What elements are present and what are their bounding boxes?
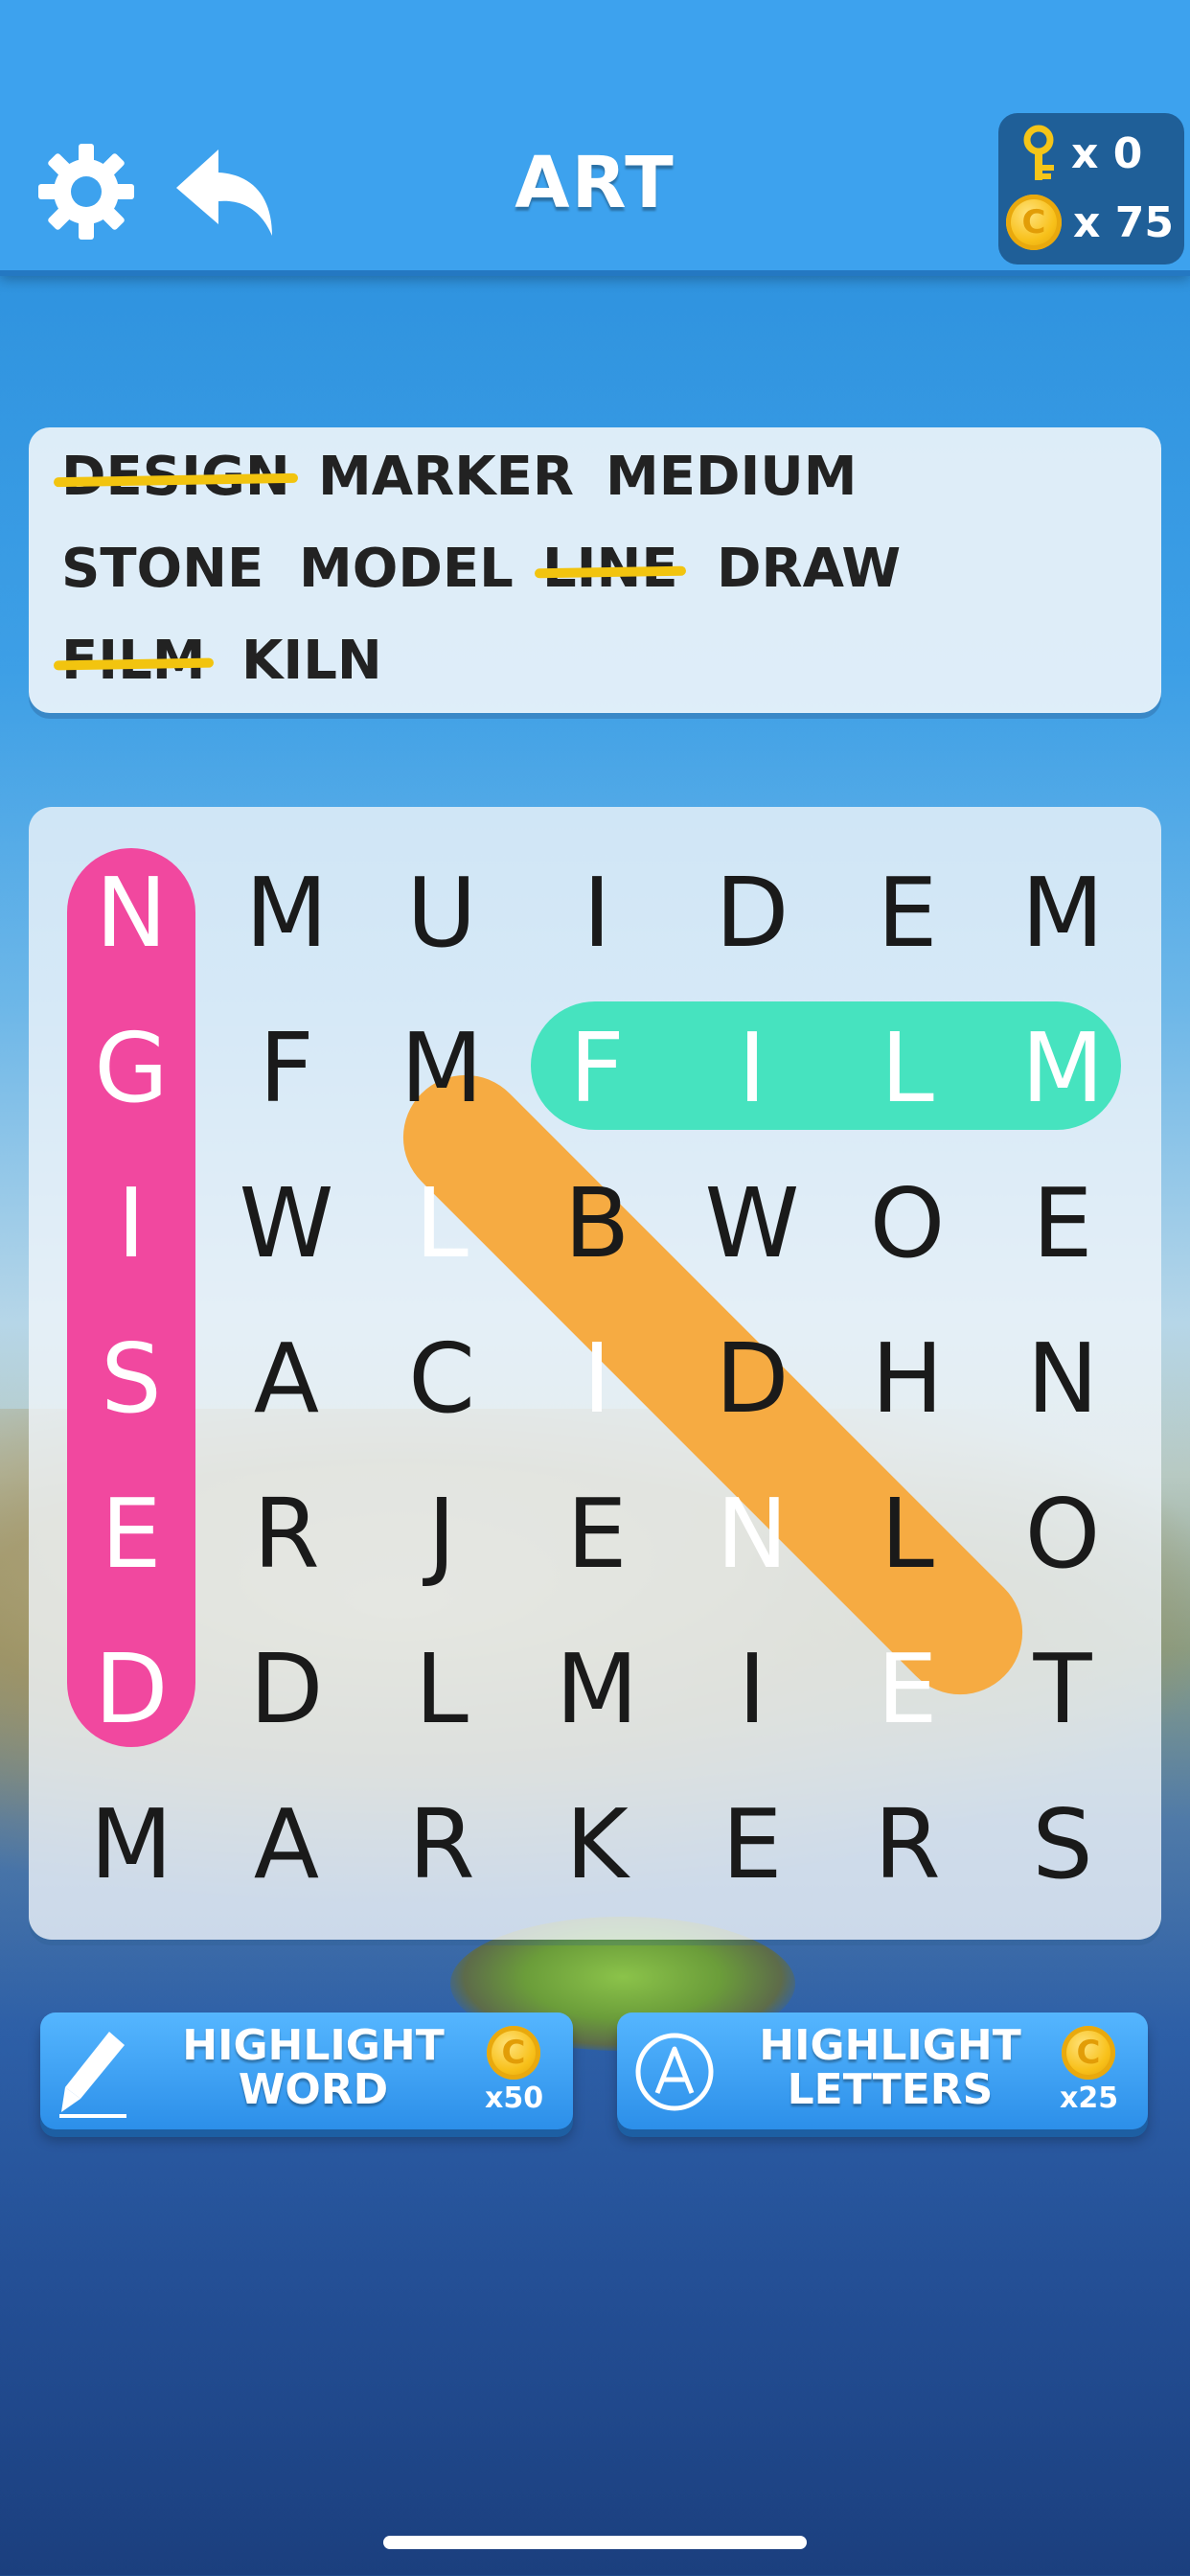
grid-cell[interactable]: L bbox=[364, 1612, 519, 1767]
grid-cell[interactable]: T bbox=[985, 1612, 1140, 1767]
letter-a-circle-icon bbox=[635, 2033, 714, 2111]
grid-cell[interactable]: B bbox=[519, 1146, 675, 1301]
grid-cell[interactable]: R bbox=[364, 1767, 519, 1922]
grid-cell[interactable]: K bbox=[519, 1767, 675, 1922]
grid-cell[interactable]: S bbox=[54, 1301, 209, 1457]
grid-cell[interactable]: F bbox=[209, 991, 364, 1146]
grid-cell[interactable]: M bbox=[364, 991, 519, 1146]
grid-cell[interactable]: U bbox=[364, 836, 519, 991]
word-film: FILM bbox=[53, 631, 214, 692]
grid-cell[interactable]: O bbox=[985, 1457, 1140, 1612]
grid-cell[interactable]: E bbox=[985, 1146, 1140, 1301]
pencil-icon bbox=[59, 2032, 126, 2118]
highlight-letters-button[interactable]: HIGHLIGHT LETTERS C x25 bbox=[617, 2012, 1148, 2129]
grid-cell[interactable]: D bbox=[675, 836, 830, 991]
highlight-letters-label: HIGHLIGHT LETTERS bbox=[759, 2021, 1021, 2114]
highlight-word-cost: x50 bbox=[485, 2082, 544, 2115]
grid-cell[interactable]: S bbox=[985, 1767, 1140, 1922]
grid-cell[interactable]: H bbox=[830, 1301, 985, 1457]
highlight-word-label: HIGHLIGHT WORD bbox=[182, 2021, 445, 2114]
grid-cell[interactable]: R bbox=[830, 1767, 985, 1922]
word-line: LINE bbox=[534, 539, 686, 600]
highlight-letters-cost: x25 bbox=[1060, 2082, 1119, 2115]
grid-cell[interactable]: A bbox=[209, 1301, 364, 1457]
grid-cell[interactable]: E bbox=[830, 1612, 985, 1767]
grid-cell[interactable]: A bbox=[209, 1767, 364, 1922]
grid-cell[interactable]: E bbox=[675, 1767, 830, 1922]
grid-cell[interactable]: M bbox=[209, 836, 364, 991]
grid-cell[interactable]: N bbox=[675, 1457, 830, 1612]
grid-cell[interactable]: W bbox=[209, 1146, 364, 1301]
coins-count: x 75 bbox=[1073, 197, 1174, 247]
word-draw: DRAW bbox=[717, 538, 902, 600]
coin-icon: C bbox=[487, 2026, 540, 2080]
word-design: DESIGN bbox=[53, 447, 298, 508]
grid-cell[interactable]: L bbox=[830, 1457, 985, 1612]
grid-cell[interactable]: E bbox=[830, 836, 985, 991]
grid-cell[interactable]: E bbox=[54, 1457, 209, 1612]
grid-cell[interactable]: C bbox=[364, 1301, 519, 1457]
grid-cell[interactable]: M bbox=[985, 991, 1140, 1146]
word-marker: MARKER bbox=[318, 446, 574, 508]
key-icon bbox=[1023, 125, 1054, 180]
grid-cell[interactable]: I bbox=[519, 1301, 675, 1457]
word-kiln: KILN bbox=[241, 630, 382, 692]
grid-cell[interactable]: E bbox=[519, 1457, 675, 1612]
word-model: MODEL bbox=[299, 538, 514, 600]
word-stone: STONE bbox=[61, 538, 264, 600]
currency-panel: x 0 C x 75 bbox=[998, 113, 1184, 264]
keys-counter: x 0 bbox=[1018, 123, 1142, 184]
word-medium: MEDIUM bbox=[606, 446, 858, 508]
grid-cell[interactable]: D bbox=[209, 1612, 364, 1767]
grid-cell[interactable]: L bbox=[830, 991, 985, 1146]
home-indicator bbox=[383, 2536, 807, 2549]
grid-cell[interactable]: D bbox=[675, 1301, 830, 1457]
grid-cell[interactable]: N bbox=[985, 1301, 1140, 1457]
grid-cell[interactable]: M bbox=[54, 1767, 209, 1922]
grid-cell[interactable]: I bbox=[675, 991, 830, 1146]
grid-cell[interactable]: M bbox=[985, 836, 1140, 991]
grid-cell[interactable]: D bbox=[54, 1612, 209, 1767]
grid-cell[interactable]: L bbox=[364, 1146, 519, 1301]
keys-count: x 0 bbox=[1071, 128, 1143, 178]
coin-icon: C bbox=[1006, 195, 1062, 250]
grid-cell[interactable]: R bbox=[209, 1457, 364, 1612]
coins-counter: C x 75 bbox=[1006, 192, 1174, 253]
highlight-word-button[interactable]: HIGHLIGHT WORD C x50 bbox=[40, 2012, 573, 2129]
grid-cell[interactable]: W bbox=[675, 1146, 830, 1301]
grid-cell[interactable]: F bbox=[519, 991, 675, 1146]
grid-cell[interactable]: M bbox=[519, 1612, 675, 1767]
grid-cell[interactable]: G bbox=[54, 991, 209, 1146]
grid-cell[interactable]: N bbox=[54, 836, 209, 991]
grid-cell[interactable]: J bbox=[364, 1457, 519, 1612]
grid-cell[interactable]: O bbox=[830, 1146, 985, 1301]
grid-cell[interactable]: I bbox=[675, 1612, 830, 1767]
grid-cell[interactable]: I bbox=[54, 1146, 209, 1301]
coin-icon: C bbox=[1062, 2026, 1115, 2080]
grid-cell[interactable]: I bbox=[519, 836, 675, 991]
